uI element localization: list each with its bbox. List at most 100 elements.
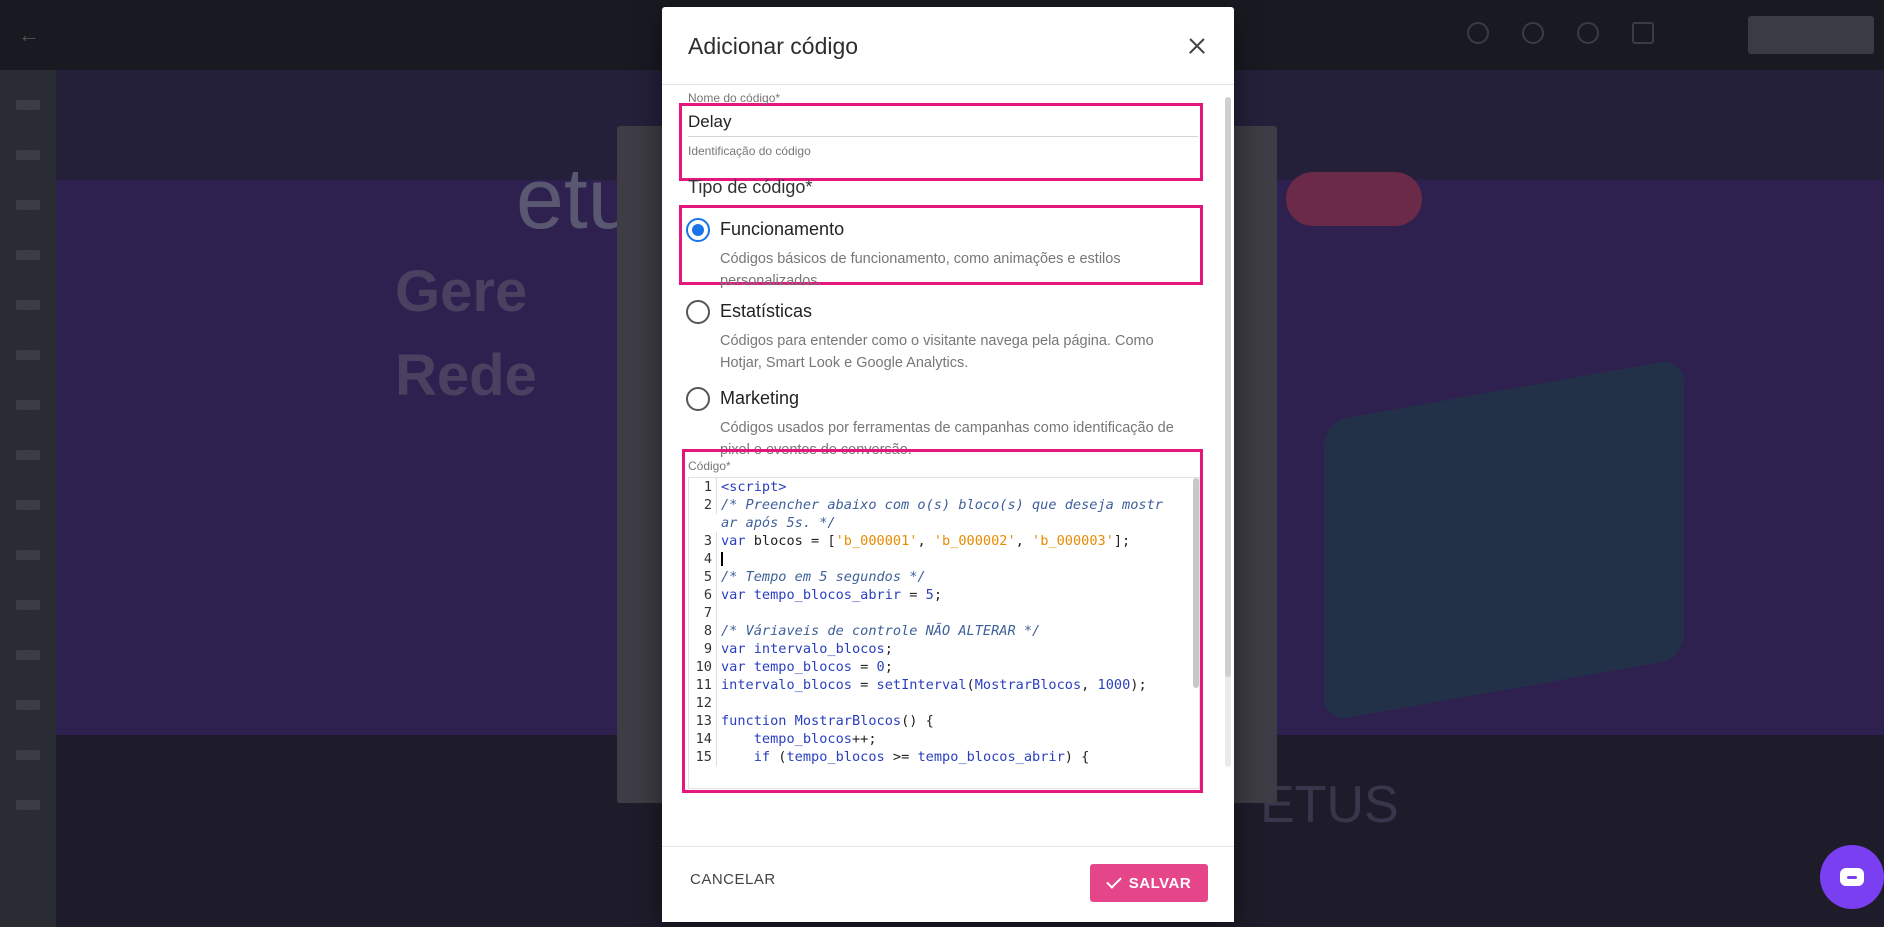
- radio-label: Marketing: [720, 388, 800, 408]
- code-token: ;: [884, 659, 893, 675]
- dialog-footer: CANCELAR SALVAR: [662, 846, 1234, 922]
- radio-funcionamento[interactable]: Funcionamento Códigos básicos de funcion…: [686, 218, 1206, 289]
- code-token: 5: [925, 587, 934, 603]
- line-number: 15: [689, 748, 717, 766]
- code-token: =: [851, 659, 877, 675]
- code-token: 1000: [1097, 677, 1131, 693]
- code-type-title: Tipo de código*: [688, 177, 813, 197]
- line-number: 9: [689, 640, 717, 658]
- code-line[interactable]: 1 <script>: [689, 478, 1199, 496]
- code-token: ar após 5s. */: [721, 515, 836, 531]
- code-editor[interactable]: 1 <script> 2/* Preencher abaixo com o(s) b…: [688, 477, 1200, 789]
- add-code-dialog: Adicionar código Nome do código* Identif…: [662, 7, 1234, 922]
- chat-button[interactable]: [1820, 845, 1884, 909]
- redo-icon[interactable]: [1522, 22, 1544, 44]
- line-number: 14: [689, 730, 717, 748]
- code-line[interactable]: 3 var blocos = ['b_000001', 'b_000002', '…: [689, 532, 1199, 550]
- code-token: /* Váriaveis de controle NÃO ALTERAR */: [721, 623, 1041, 639]
- code-token: tempo_blocos_abrir: [917, 749, 1065, 765]
- name-field-helper: Identificação do código: [688, 144, 811, 158]
- preview-icon[interactable]: [1577, 22, 1599, 44]
- line-number: 11: [689, 676, 717, 694]
- code-token: ,: [917, 533, 934, 549]
- code-line[interactable]: 10 var tempo_blocos = 0;: [689, 658, 1199, 676]
- code-token: ,: [1081, 677, 1098, 693]
- radio-checked-icon[interactable]: [686, 218, 710, 242]
- code-token: blocos = [: [753, 533, 836, 549]
- code-line[interactable]: 7: [689, 604, 1199, 622]
- code-token: 'b_000001': [835, 533, 918, 549]
- code-line[interactable]: 8/* Váriaveis de controle NÃO ALTERAR */: [689, 622, 1199, 640]
- radio-estatisticas[interactable]: Estatísticas Códigos para entender como …: [686, 300, 1206, 371]
- code-line[interactable]: 5/* Tempo em 5 segundos */: [689, 568, 1199, 586]
- code-line[interactable]: ar após 5s. */: [689, 514, 1199, 532]
- save-button-label: SALVAR: [1128, 874, 1192, 892]
- device-icon[interactable]: [1632, 22, 1654, 44]
- hero-title: Gere Rede: [395, 259, 537, 408]
- code-line[interactable]: 13 function MostrarBlocos() {: [689, 712, 1199, 730]
- radio-marketing[interactable]: Marketing Códigos usados por ferramentas…: [686, 387, 1206, 458]
- code-token: <script>: [721, 479, 787, 495]
- code-token: ) {: [1064, 749, 1090, 765]
- publish-button[interactable]: [1748, 16, 1874, 54]
- code-token: function: [721, 713, 795, 729]
- back-arrow-icon[interactable]: ←: [18, 22, 40, 47]
- code-token: var: [721, 641, 754, 657]
- code-token: MostrarBlocos: [794, 713, 902, 729]
- code-token: if: [753, 749, 771, 765]
- code-line[interactable]: 11 intervalo_blocos = setInterval(Mostrar…: [689, 676, 1199, 694]
- code-field-label: Código*: [688, 459, 731, 473]
- save-button[interactable]: SALVAR: [1090, 864, 1208, 902]
- radio-label: Funcionamento: [720, 219, 845, 239]
- radio-description: Códigos básicos de funcionamento, como a…: [720, 251, 1121, 289]
- code-line[interactable]: 4: [689, 550, 1199, 568]
- code-token: >=: [884, 749, 918, 765]
- code-editor-scrollbar[interactable]: [1193, 478, 1199, 688]
- line-number: 13: [689, 712, 717, 730]
- left-toolbar: [0, 70, 56, 927]
- code-token: ;: [884, 641, 893, 657]
- radio-unchecked-icon[interactable]: [686, 300, 710, 324]
- check-icon: [1105, 873, 1122, 889]
- line-number: 7: [689, 604, 717, 622]
- code-line[interactable]: 2/* Preencher abaixo com o(s) bloco(s) q…: [689, 496, 1199, 514]
- dialog-title: Adicionar código: [688, 33, 859, 59]
- code-token: (: [966, 677, 975, 693]
- code-token: /* Preencher abaixo com o(s) bloco(s) qu…: [721, 497, 1163, 513]
- code-line[interactable]: 6 var tempo_blocos_abrir = 5;: [689, 586, 1199, 604]
- code-token: ;: [933, 587, 943, 603]
- code-token: =: [851, 677, 877, 693]
- hero-illustration: [1324, 358, 1684, 722]
- line-number: 10: [689, 658, 717, 676]
- code-token: ,: [1015, 533, 1033, 549]
- line-number: 1: [689, 478, 717, 496]
- name-field-label: Nome do código*: [688, 91, 781, 105]
- code-line[interactable]: 12: [689, 694, 1199, 712]
- line-number: 4: [689, 550, 717, 568]
- code-token: tempo_blocos: [753, 731, 852, 747]
- code-token: ];: [1113, 533, 1131, 549]
- code-token: tempo_blocos: [786, 749, 885, 765]
- close-icon[interactable]: [1182, 31, 1212, 61]
- code-token: var: [721, 587, 754, 603]
- code-name-input[interactable]: [688, 107, 1198, 137]
- cancel-button[interactable]: CANCELAR: [690, 871, 776, 888]
- code-line[interactable]: 15 if (tempo_blocos >= tempo_blocos_abri…: [689, 748, 1199, 766]
- radio-description: Códigos para entender como o visitante n…: [720, 333, 1154, 371]
- line-number: 2: [689, 496, 717, 514]
- code-line[interactable]: 14 tempo_blocos++;: [689, 730, 1199, 748]
- code-line[interactable]: 9 var intervalo_blocos;: [689, 640, 1199, 658]
- code-token: 'b_000003': [1032, 533, 1114, 549]
- line-number: 12: [689, 694, 717, 712]
- dialog-scrollbar-thumb[interactable]: [1225, 97, 1231, 677]
- radio-unchecked-icon[interactable]: [686, 387, 710, 411]
- code-lines[interactable]: 1 <script> 2/* Preencher abaixo com o(s) b…: [689, 478, 1199, 766]
- code-token: () {: [901, 713, 934, 729]
- chat-bubble-icon: [1840, 868, 1864, 886]
- dialog-header: Adicionar código: [662, 7, 1234, 85]
- code-token: tempo_blocos: [753, 659, 852, 675]
- code-token: =: [901, 587, 926, 603]
- line-number: 8: [689, 622, 717, 640]
- undo-icon[interactable]: [1467, 22, 1489, 44]
